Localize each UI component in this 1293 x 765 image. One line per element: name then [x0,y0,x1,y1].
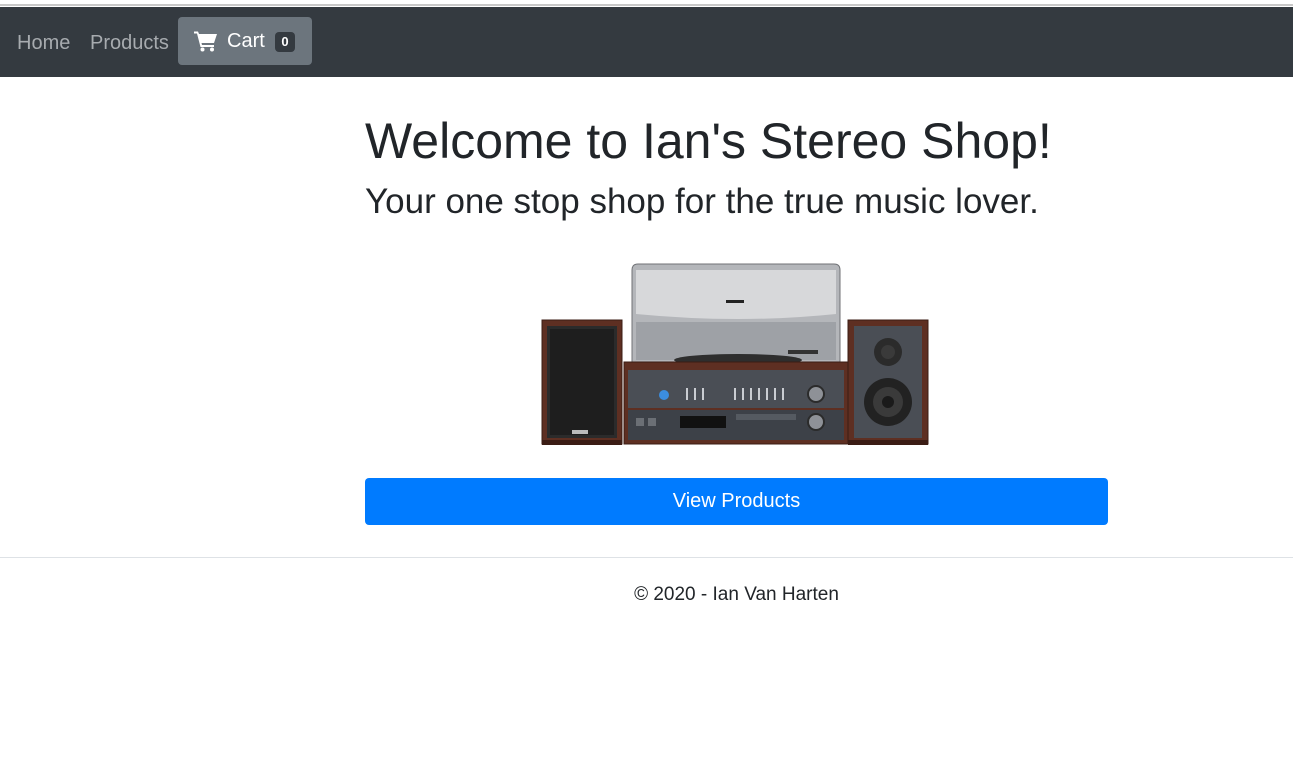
footer: © 2020 - Ian Van Harten [0,583,1293,607]
page-title: Welcome to Ian's Stereo Shop! [365,113,1052,169]
navbar: Home Products Cart 0 [0,7,1293,77]
right-speaker [847,319,929,445]
nav-link-products[interactable]: Products [90,31,169,55]
stereo-system-image [541,263,929,445]
turntable-lid [631,263,841,366]
view-products-button[interactable]: View Products [365,478,1108,525]
nav-link-home[interactable]: Home [17,31,70,55]
cart-label: Cart [227,30,265,52]
cart-count-badge: 0 [275,32,295,52]
shopping-cart-icon [194,31,217,52]
footer-divider [0,557,1293,558]
main-unit [623,361,849,445]
browser-top-strip [0,0,1293,6]
footer-copyright: © 2020 - Ian Van Harten [634,584,839,605]
cart-button[interactable]: Cart 0 [178,17,312,65]
left-speaker [541,319,623,445]
page-subtitle: Your one stop shop for the true music lo… [365,182,1039,221]
